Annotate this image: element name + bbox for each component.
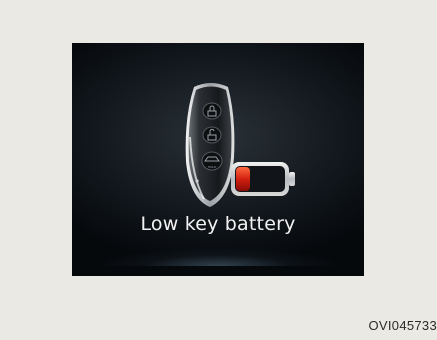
battery-terminal bbox=[289, 172, 295, 186]
figure-code: OVI045733 bbox=[368, 318, 437, 333]
fob-led bbox=[195, 179, 199, 183]
low-battery-icon bbox=[231, 162, 295, 196]
warning-message: Low key battery bbox=[140, 213, 296, 235]
figure-frame: HOLD Low key battery OVI045733 bbox=[0, 0, 437, 340]
trunk-button-label: HOLD bbox=[208, 165, 217, 169]
cluster-display: HOLD Low key battery bbox=[72, 43, 364, 276]
battery-level-fill bbox=[236, 167, 250, 191]
